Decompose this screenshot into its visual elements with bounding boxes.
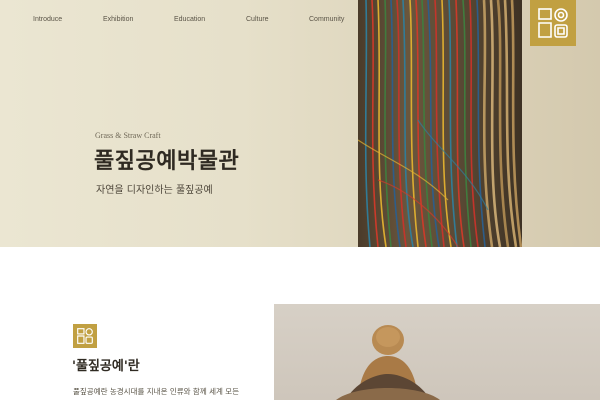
intro-text: 풀짚공예란 농경시대를 지내온 인류와 함께 세계 모든: [73, 387, 240, 396]
museum-logo-icon: [538, 8, 568, 38]
hero-title: 풀짚공예박물관: [94, 148, 240, 174]
intro-title: '풀짚공예'란: [72, 359, 140, 374]
museum-logo-icon: [77, 328, 93, 344]
nav-item-culture[interactable]: Culture: [246, 16, 269, 23]
nav-item-exhibition[interactable]: Exhibition: [103, 16, 133, 23]
straw-strands-icon: [358, 0, 522, 247]
straw-sculpture-photo: [274, 304, 600, 400]
nav-item-education[interactable]: Education: [174, 16, 205, 23]
hero-section: Introduce Exhibition Education Culture C…: [0, 0, 600, 247]
museum-logo[interactable]: [530, 0, 576, 46]
straw-sculpture-icon: [336, 325, 440, 400]
nav-item-introduce[interactable]: Introduce: [33, 16, 62, 23]
hero-subtitle-en: Grass & Straw Craft: [95, 131, 161, 140]
nav-item-community[interactable]: Community: [309, 16, 344, 23]
intro-logo: [73, 324, 97, 348]
colored-straw-image: [358, 0, 522, 247]
hero-tagline: 자연을 디자인하는 풀짚공예: [96, 185, 213, 196]
main-nav: Introduce Exhibition Education Culture C…: [0, 0, 360, 40]
